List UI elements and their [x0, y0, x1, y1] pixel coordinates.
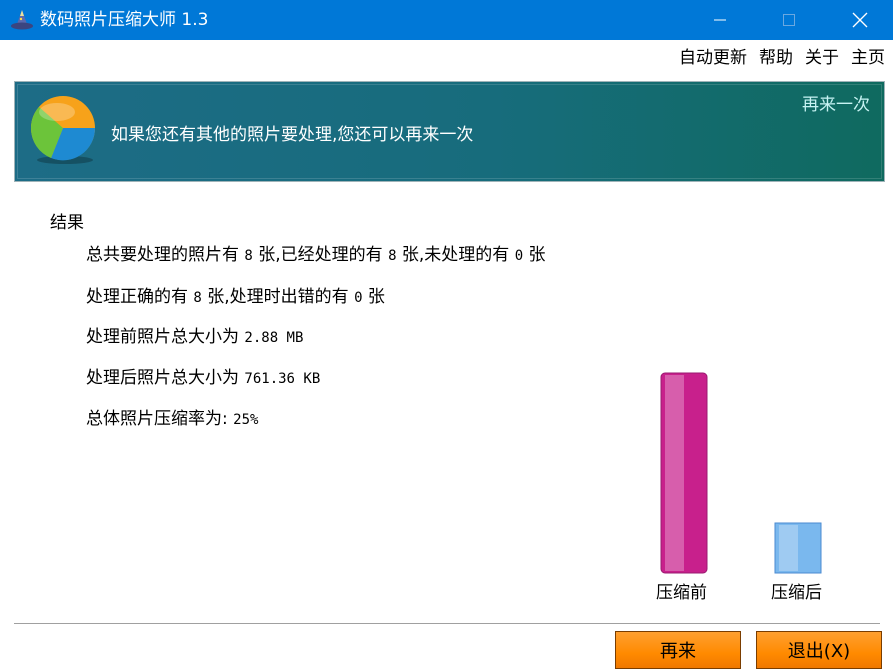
- result-line-size-after: 处理后照片总大小为 761.36 KB: [86, 363, 320, 388]
- result-text: 张,已经处理的有: [252, 245, 389, 265]
- result-line-counts: 总共要处理的照片有 8 张,已经处理的有 8 张,未处理的有 0 张: [86, 240, 546, 265]
- size-before: 2.88 MB: [244, 330, 304, 346]
- minimize-button[interactable]: [697, 0, 743, 40]
- again-link[interactable]: 再来一次: [802, 90, 870, 115]
- exit-button[interactable]: 退出(X): [756, 631, 882, 669]
- minimize-icon: [714, 19, 726, 21]
- pie-chart-icon: [30, 96, 96, 164]
- close-icon: [852, 12, 868, 28]
- result-text: 总体照片压缩率为:: [86, 409, 234, 429]
- chart-svg: [660, 372, 822, 574]
- result-text: 处理正确的有: [86, 287, 194, 307]
- ok-count: 8: [193, 290, 202, 306]
- total-count: 8: [244, 248, 253, 264]
- banner-message: 如果您还有其他的照片要处理,您还可以再来一次: [111, 125, 474, 145]
- title-bar: 数码照片压缩大师 1.3: [0, 0, 893, 40]
- divider: [14, 623, 880, 625]
- result-text: 处理后照片总大小为: [86, 368, 245, 388]
- menu-about[interactable]: 关于: [805, 44, 839, 72]
- maximize-icon: [783, 14, 795, 26]
- again-button[interactable]: 再来: [615, 631, 741, 669]
- close-button[interactable]: [837, 0, 883, 40]
- result-line-ratio: 总体照片压缩率为: 25%: [86, 404, 258, 429]
- bar-label-before: 压缩前: [656, 583, 707, 603]
- result-text: 张,未处理的有: [396, 245, 515, 265]
- bar-after: [774, 522, 822, 574]
- compression-chart: 压缩前 压缩后: [640, 360, 840, 605]
- info-banner: 如果您还有其他的照片要处理,您还可以再来一次 再来一次: [14, 81, 885, 182]
- compression-ratio: 25%: [233, 412, 259, 428]
- result-line-size-before: 处理前照片总大小为 2.88 MB: [86, 322, 303, 347]
- maximize-button[interactable]: [766, 0, 812, 40]
- wizard-hat-icon: [11, 10, 33, 30]
- menu-help[interactable]: 帮助: [759, 44, 793, 72]
- menu-bar: 自动更新 帮助 关于 主页: [667, 44, 885, 72]
- result-text: 张: [523, 245, 546, 265]
- result-text: 张,处理时出错的有: [201, 287, 355, 307]
- menu-auto-update[interactable]: 自动更新: [679, 44, 747, 72]
- size-after: 761.36 KB: [244, 371, 321, 387]
- result-line-errors: 处理正确的有 8 张,处理时出错的有 0 张: [86, 282, 385, 307]
- result-text: 处理前照片总大小为: [86, 327, 245, 347]
- processed-count: 8: [388, 248, 397, 264]
- window-title: 数码照片压缩大师 1.3: [40, 10, 209, 30]
- results-heading: 结果: [50, 213, 84, 233]
- bar-label-after: 压缩后: [771, 583, 822, 603]
- error-count: 0: [354, 290, 363, 306]
- bar-before: [660, 372, 708, 574]
- unprocessed-count: 0: [514, 248, 524, 264]
- result-text: 总共要处理的照片有: [86, 245, 245, 265]
- menu-home[interactable]: 主页: [851, 44, 885, 72]
- result-text: 张: [362, 287, 385, 307]
